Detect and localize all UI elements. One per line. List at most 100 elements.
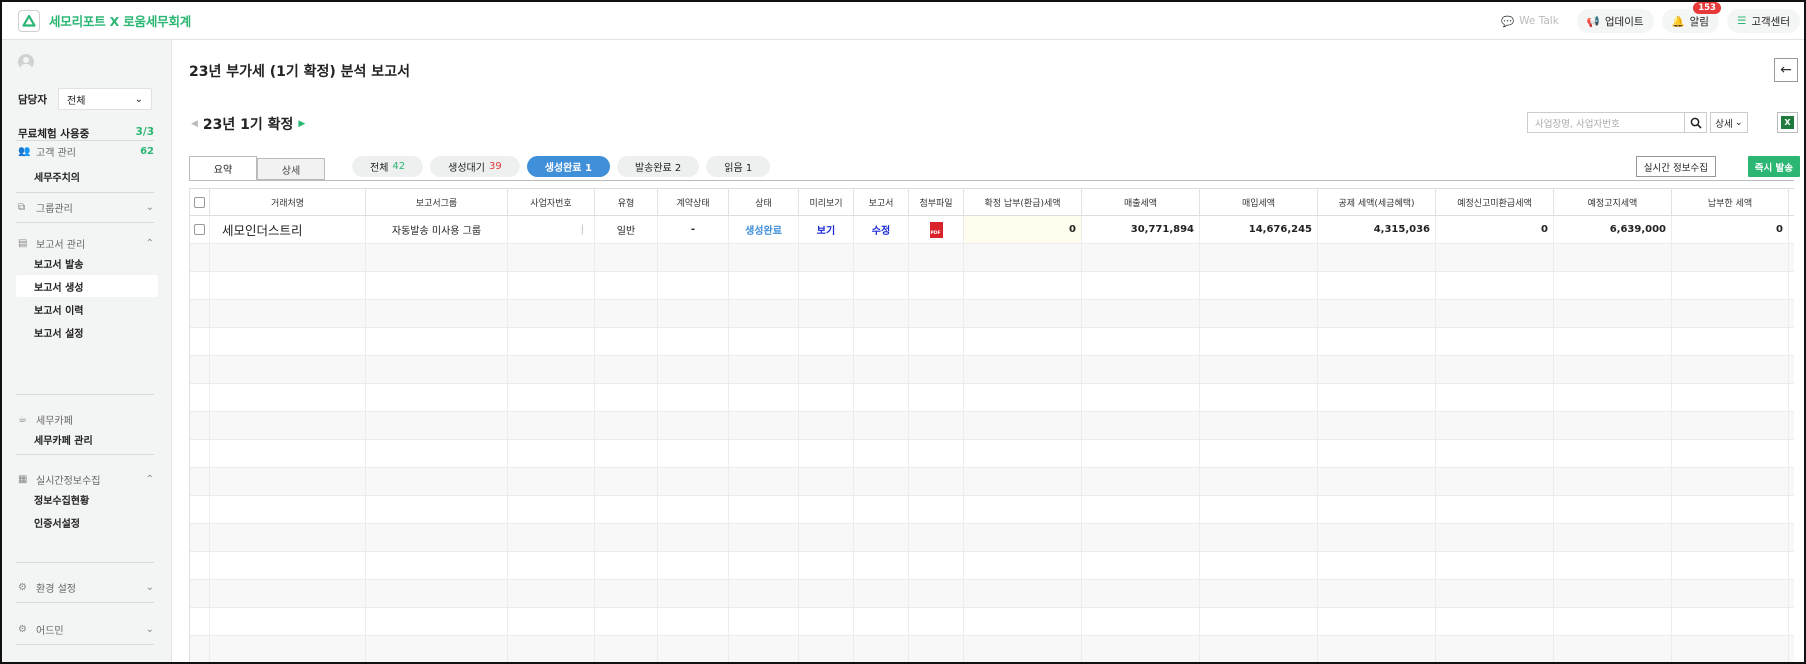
next-period-icon[interactable]: ▶ — [298, 119, 305, 129]
sidebar-item-cert-settings[interactable]: 인증서설정 — [16, 511, 158, 533]
col-header[interactable]: 유형 — [595, 189, 658, 215]
col-header[interactable]: 납부한 세액 — [1672, 189, 1789, 215]
empty-cell — [854, 468, 909, 495]
empty-table-row — [190, 524, 1794, 552]
empty-cell — [1672, 608, 1789, 635]
col-header[interactable]: 예정고지세액 — [1554, 189, 1672, 215]
col-header[interactable]: 예정신고미환급세액 — [1436, 189, 1554, 215]
sidebar-item-cafe-manage[interactable]: 세무카페 관리 — [16, 428, 158, 450]
search-input[interactable]: 사업장명, 사업자번호 — [1527, 112, 1685, 133]
col-header[interactable]: 첨부파일 — [909, 189, 964, 215]
empty-cell — [1082, 328, 1200, 355]
sidebar-section-cafe[interactable]: ☕ 세무카페 — [18, 412, 154, 427]
pdf-icon[interactable] — [929, 221, 943, 238]
sidebar-item-tax-doctor[interactable]: 세무주치의 — [16, 165, 158, 187]
col-header[interactable]: 미리보기 — [799, 189, 854, 215]
sidebar-section-realtime[interactable]: ▦ 실시간정보수집 ⌃ — [18, 472, 154, 487]
col-header[interactable]: 매입세액 — [1200, 189, 1318, 215]
sidebar-section-env[interactable]: ⚙ 환경 설정 ⌄ — [18, 580, 154, 595]
empty-cell — [1672, 552, 1789, 579]
sidebar-item-report-history[interactable]: 보고서 이력 — [16, 298, 158, 320]
excel-export-button[interactable]: X — [1777, 112, 1798, 133]
brand-title[interactable]: 세모리포트 X 로움세무회계 — [49, 11, 191, 30]
col-header[interactable]: 확정 납부(환급)세액 — [964, 189, 1082, 215]
table-row[interactable]: 세모인더스트리 자동발송 미사용 그룹 | 일반 - 생성완료 보기 수정 0 … — [190, 216, 1794, 244]
empty-cell — [854, 636, 909, 662]
empty-cell — [190, 300, 210, 327]
prev-period-icon[interactable]: ◀ — [191, 119, 198, 129]
sidebar-section-group[interactable]: ⧉ 그룹관리 ⌄ — [18, 200, 154, 215]
empty-cell — [658, 300, 729, 327]
client-name[interactable]: 세모인더스트리 — [210, 216, 366, 243]
empty-cell — [508, 468, 595, 495]
empty-cell — [210, 608, 366, 635]
sidebar-section-report[interactable]: ▤ 보고서 관리 ⌃ — [18, 236, 154, 251]
final-tax: 0 — [964, 216, 1082, 243]
logo-icon[interactable] — [18, 9, 40, 32]
section-label: 어드민 — [36, 626, 64, 637]
update-button[interactable]: 📢 업데이트 — [1576, 9, 1654, 33]
empty-cell — [1318, 328, 1436, 355]
col-header[interactable]: 사업자번호 — [508, 189, 595, 215]
chip-pending[interactable]: 생성대기 39 — [430, 156, 520, 177]
empty-cell — [1554, 384, 1672, 411]
row-checkbox[interactable] — [194, 224, 205, 235]
sidebar-item-report-settings[interactable]: 보고서 설정 — [16, 321, 158, 343]
sidebar-section-admin[interactable]: ⚙ 어드민 ⌄ — [18, 622, 154, 637]
manager-label: 담당자 — [18, 93, 47, 106]
status-link[interactable]: 생성완료 — [745, 222, 782, 237]
support-button[interactable]: ☰ 고객센터 — [1726, 9, 1800, 33]
empty-cell — [729, 328, 799, 355]
col-header[interactable]: 매출세액 — [1082, 189, 1200, 215]
sidebar-section-customer[interactable]: 👥 고객 관리 62 — [18, 144, 154, 159]
col-header[interactable]: 보고서그룹 — [366, 189, 508, 215]
empty-cell — [1082, 440, 1200, 467]
user-avatar-icon[interactable] — [18, 54, 34, 70]
empty-table-row — [190, 468, 1794, 496]
tab-summary[interactable]: 요약 — [189, 156, 257, 180]
sidebar: 담당자 전체 ⌄ 무료체험 사용중 3/3 👥 고객 관리 62 세무주치의 ⧉ 그… — [2, 40, 172, 662]
empty-cell — [854, 580, 909, 607]
col-header[interactable]: 상태 — [729, 189, 799, 215]
empty-cell — [595, 328, 658, 355]
col-header[interactable]: 거래처명 — [210, 189, 366, 215]
status-cell: 생성완료 — [729, 216, 799, 243]
chevron-down-icon: ⌄ — [1734, 117, 1743, 128]
chip-label: 전체 — [370, 163, 389, 174]
back-button[interactable]: ← — [1774, 58, 1798, 82]
col-header[interactable]: 공제 세액(세금혜택) — [1318, 189, 1436, 215]
edit-report-link[interactable]: 수정 — [872, 222, 890, 237]
chevron-up-icon: ⌃ — [145, 474, 154, 485]
chip-read[interactable]: 읽음 1 — [706, 156, 771, 177]
empty-cell — [729, 524, 799, 551]
search-button[interactable] — [1685, 112, 1707, 133]
empty-cell — [1672, 300, 1789, 327]
sidebar-item-collect-status[interactable]: 정보수집현황 — [16, 488, 158, 510]
group-icon: ⧉ — [18, 202, 26, 213]
col-header[interactable]: 계약상태 — [658, 189, 729, 215]
chip-all[interactable]: 전체 42 — [352, 156, 424, 177]
detail-dropdown[interactable]: 상세 ⌄ — [1710, 112, 1748, 133]
preview-link[interactable]: 보기 — [817, 222, 835, 237]
empty-cell — [1672, 328, 1789, 355]
manager-select[interactable]: 전체 ⌄ — [58, 88, 152, 110]
chip-created[interactable]: 생성완료 1 — [526, 156, 610, 177]
send-now-button[interactable]: 즉시 발송 — [1747, 156, 1800, 177]
tab-detail[interactable]: 상세 — [257, 158, 325, 180]
sidebar-item-report-send[interactable]: 보고서 발송 — [16, 252, 158, 274]
select-all-cell — [190, 189, 210, 215]
wetalk-button[interactable]: 💬 We Talk — [1491, 9, 1569, 33]
deduction-tax: 4,315,036 — [1318, 216, 1436, 243]
section-label: 보고서 관리 — [36, 240, 86, 251]
select-all-checkbox[interactable] — [194, 196, 205, 208]
empty-cell — [1554, 328, 1672, 355]
trial-label: 무료체험 사용중 — [18, 128, 90, 140]
notification-button[interactable]: 🔔 알림 153 — [1661, 2, 1721, 33]
trial-count: 3/3 — [135, 126, 154, 138]
col-header[interactable]: 보고서 — [854, 189, 909, 215]
divider — [16, 562, 154, 563]
sidebar-item-report-create[interactable]: 보고서 생성 — [16, 275, 158, 297]
empty-cell — [854, 272, 909, 299]
chip-sent[interactable]: 발송완료 2 — [616, 156, 700, 177]
realtime-collect-button[interactable]: 실시간 정보수집 — [1635, 156, 1716, 177]
